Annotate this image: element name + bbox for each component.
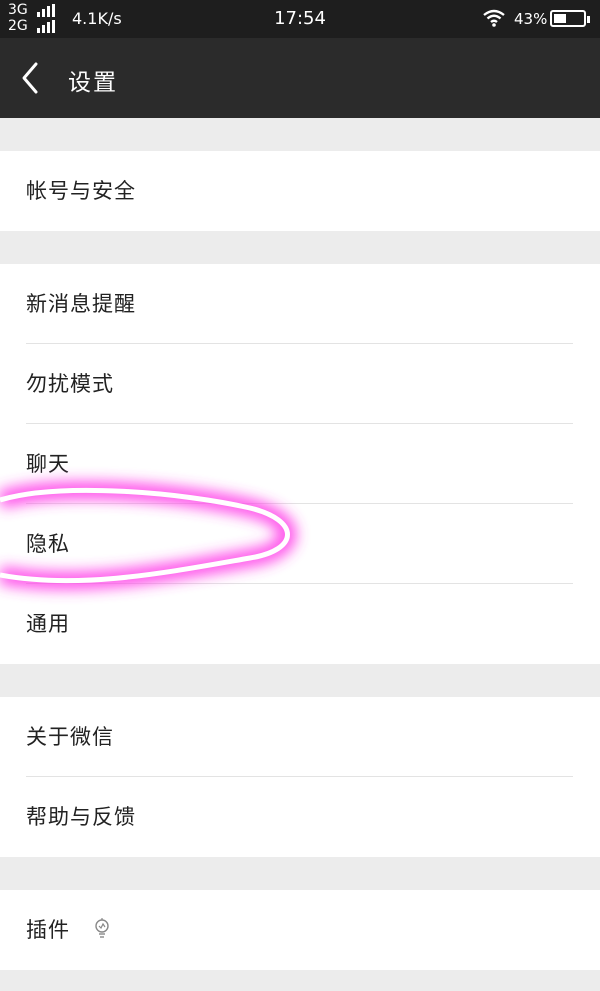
settings-group-plugins: 插件 bbox=[0, 890, 600, 970]
setting-row-plugins[interactable]: 插件 bbox=[0, 890, 600, 970]
clock: 17:54 bbox=[274, 8, 326, 29]
setting-label: 勿扰模式 bbox=[26, 372, 114, 396]
wifi-icon bbox=[483, 9, 505, 27]
battery-percent: 43% bbox=[514, 10, 548, 28]
setting-row-new-message-alerts[interactable]: 新消息提醒 bbox=[0, 264, 600, 344]
setting-label: 新消息提醒 bbox=[26, 292, 136, 316]
setting-row-do-not-disturb[interactable]: 勿扰模式 bbox=[0, 344, 600, 424]
setting-label: 帮助与反馈 bbox=[26, 805, 136, 829]
setting-row-account-security[interactable]: 帐号与安全 bbox=[0, 151, 600, 231]
battery-icon bbox=[550, 10, 590, 27]
status-bar: 3G 2G 4.1K/s 17:54 43% bbox=[0, 0, 600, 38]
page-title: 设置 bbox=[68, 70, 118, 96]
title-bar: 设置 bbox=[0, 38, 600, 118]
settings-group-account: 帐号与安全 bbox=[0, 151, 600, 231]
setting-row-help-feedback[interactable]: 帮助与反馈 bbox=[0, 777, 600, 857]
setting-label: 聊天 bbox=[26, 452, 70, 476]
battery-fill bbox=[554, 14, 566, 23]
setting-row-about-wechat[interactable]: 关于微信 bbox=[0, 697, 600, 777]
setting-label: 插件 bbox=[26, 918, 70, 942]
setting-row-privacy[interactable]: 隐私 bbox=[0, 504, 600, 584]
setting-row-chat[interactable]: 聊天 bbox=[0, 424, 600, 504]
setting-label: 隐私 bbox=[26, 532, 70, 556]
lightbulb-icon bbox=[95, 918, 109, 938]
setting-label: 通用 bbox=[26, 612, 70, 636]
setting-label: 关于微信 bbox=[26, 725, 114, 749]
back-button[interactable] bbox=[14, 60, 50, 96]
chevron-left-icon bbox=[22, 62, 38, 94]
battery-nub bbox=[587, 16, 590, 23]
settings-group-main: 新消息提醒 勿扰模式 聊天 隐私 通用 bbox=[0, 264, 600, 664]
settings-group-about: 关于微信 帮助与反馈 bbox=[0, 697, 600, 857]
setting-row-general[interactable]: 通用 bbox=[0, 584, 600, 664]
setting-label: 帐号与安全 bbox=[26, 179, 136, 203]
